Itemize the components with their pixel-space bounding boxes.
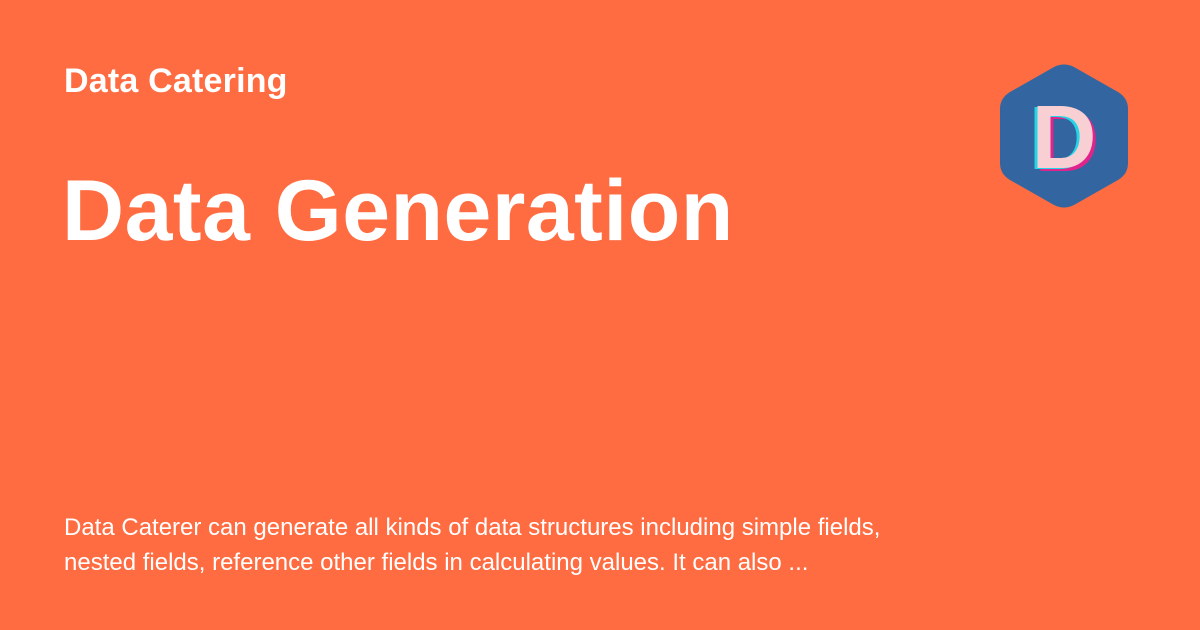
hexagon-logo-icon: D D D <box>1000 64 1128 208</box>
page-title: Data Generation <box>62 163 734 259</box>
site-logo: D D D <box>996 62 1132 210</box>
page-description: Data Caterer can generate all kinds of d… <box>64 514 881 576</box>
logo-letter: D <box>1032 88 1097 188</box>
site-name: Data Catering <box>64 62 288 100</box>
